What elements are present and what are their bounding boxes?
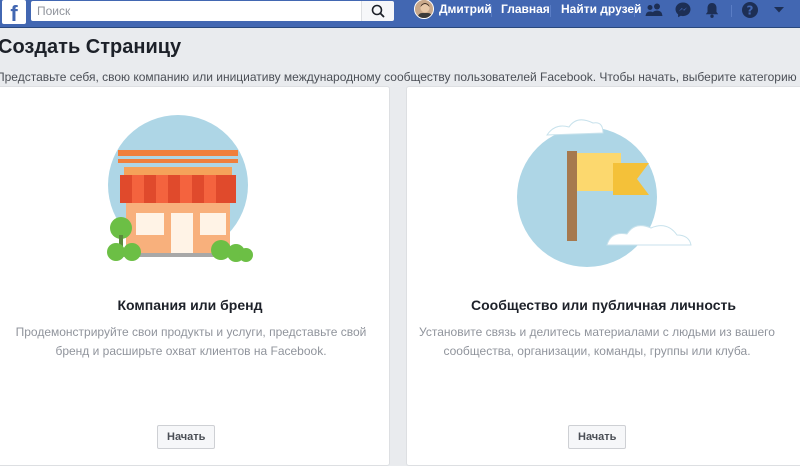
start-community-page-button[interactable]: Начать (568, 425, 627, 449)
card-description-line: Продемонстрируйте свои продукты и услуги… (15, 325, 367, 339)
friend-requests-icon[interactable] (643, 0, 665, 20)
find-friends-link[interactable]: Найти друзей (561, 0, 641, 20)
profile-link[interactable]: Дмитрий (439, 0, 492, 20)
search-input[interactable] (31, 1, 361, 21)
card-description-line: Установите связь и делитесь материалами … (419, 325, 775, 339)
nav-divider (634, 5, 635, 17)
storefront-illustration (107, 115, 253, 262)
nav-divider (550, 5, 551, 17)
card-description: Установите связь и делитесь материалами … (407, 323, 787, 361)
facebook-logo[interactable]: f (2, 0, 26, 24)
card-description-line: бренд и расширьте охват клиентов на Face… (55, 344, 327, 358)
card-title: Сообщество или публичная личность (471, 297, 736, 313)
home-link[interactable]: Главная (501, 0, 550, 20)
notifications-icon[interactable] (701, 0, 723, 20)
start-business-page-button[interactable]: Начать (157, 425, 216, 449)
top-navigation-bar: f Дмитрий Главная Найти друзей (0, 0, 800, 28)
search-button[interactable] (361, 1, 394, 21)
category-card-community[interactable]: Сообщество или публичная личность Устано… (406, 86, 800, 466)
page-title: Создать Страницу (0, 36, 182, 58)
nav-divider (731, 5, 732, 17)
search-icon (371, 4, 385, 18)
help-icon[interactable]: ? (739, 0, 761, 20)
avatar[interactable] (414, 0, 434, 19)
svg-text:?: ? (747, 4, 754, 18)
account-menu-chevron-icon[interactable] (768, 0, 790, 20)
flag-illustration (517, 119, 692, 267)
card-description-line: сообщества, организации, команды, группы… (443, 344, 751, 358)
card-description: Продемонстрируйте свои продукты и услуги… (0, 323, 391, 361)
nav-divider (491, 5, 492, 17)
category-card-business[interactable]: Компания или бренд Продемонстрируйте сво… (0, 86, 390, 466)
page-subtitle: Представьте себя, свою компанию или иниц… (0, 70, 797, 84)
card-title: Компания или бренд (117, 297, 263, 313)
messenger-icon[interactable] (672, 0, 694, 20)
